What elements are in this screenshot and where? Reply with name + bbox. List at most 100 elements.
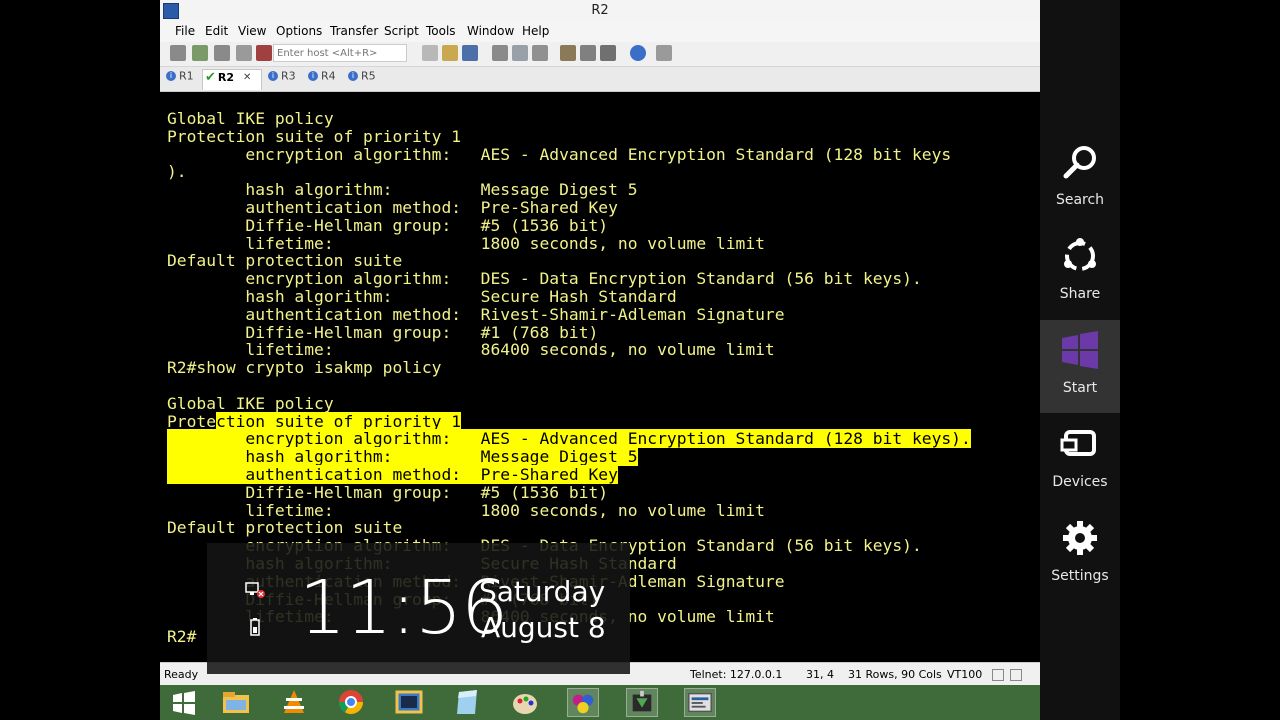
wireshark-icon[interactable] <box>626 688 658 717</box>
clock-date: August 8 <box>481 611 606 644</box>
status-size: 31 Rows, 90 Cols <box>848 668 942 681</box>
clock-day: Saturday <box>479 575 606 608</box>
printer-setup-icon[interactable] <box>532 45 548 61</box>
terminal-line: Protection suite of priority 1 <box>167 411 462 431</box>
paint-icon[interactable] <box>509 688 541 717</box>
connect-icon[interactable] <box>170 45 186 61</box>
start-button[interactable] <box>168 688 200 717</box>
charm-label: Search <box>1055 192 1105 208</box>
status-ready: Ready <box>164 668 199 681</box>
tab-r4[interactable]: i R4 <box>308 69 342 89</box>
selection-highlight: encryption algorithm: AES - Advanced Enc… <box>167 429 971 449</box>
gns3-icon[interactable] <box>567 688 599 717</box>
clock-time: 11:56 <box>299 565 508 651</box>
charm-devices[interactable]: Devices <box>1040 414 1120 507</box>
search-icon <box>1063 146 1096 179</box>
taskbar <box>160 685 1040 720</box>
checkmark-icon: ✔ <box>205 70 216 85</box>
terminal-line: encryption algorithm: AES - Advanced Enc… <box>167 144 952 164</box>
file-explorer-icon[interactable] <box>220 688 252 717</box>
vlc-icon[interactable] <box>278 688 310 717</box>
selection-highlight: ction suite of priority 1 <box>216 411 462 431</box>
charm-share[interactable]: Share <box>1040 226 1120 319</box>
status-cursor: 31, 4 <box>806 668 834 681</box>
session-options-icon[interactable] <box>560 45 576 61</box>
terminal-line: R2#show crypto isakmp policy <box>167 358 442 378</box>
print-selection-icon[interactable] <box>512 45 528 61</box>
terminal-line: Global IKE policy <box>167 393 334 413</box>
clock-overlay: 11:56 Saturday August 8 <box>207 543 630 674</box>
info-icon: i <box>348 71 358 81</box>
selection-highlight: hash algorithm: Message Digest 5 <box>167 447 638 467</box>
help-icon[interactable] <box>630 45 646 61</box>
tab-r5[interactable]: i R5 <box>348 69 382 89</box>
menu-edit[interactable]: Edit <box>205 24 228 38</box>
network-disconnected-icon <box>245 582 265 598</box>
num-indicator <box>1010 669 1022 681</box>
terminal-line: Diffie-Hellman group: #5 (1536 bit) <box>167 215 609 235</box>
menu-transfer[interactable]: Transfer <box>330 24 378 38</box>
caps-indicator <box>992 669 1004 681</box>
tab-r2[interactable]: ✔ R2 ✕ <box>202 69 262 90</box>
charm-label: Settings <box>1051 568 1109 584</box>
charm-search[interactable]: Search <box>1040 132 1120 225</box>
menu-file[interactable]: File <box>175 24 195 38</box>
reconnect-icon[interactable] <box>236 45 252 61</box>
putty-icon[interactable] <box>393 688 425 717</box>
keymap-icon[interactable] <box>600 45 616 61</box>
info-icon: i <box>308 71 318 81</box>
selection-highlight: authentication method: Pre-Shared Key <box>167 464 618 484</box>
terminal-line: hash algorithm: Message Digest 5 <box>167 180 638 200</box>
terminal-line: encryption algorithm: DES - Data Encrypt… <box>167 269 922 289</box>
menu-script[interactable]: Script <box>384 24 419 38</box>
chrome-icon[interactable] <box>335 688 367 717</box>
terminal-line: authentication method: Rivest-Shamir-Adl… <box>167 304 785 324</box>
menu-options[interactable]: Options <box>276 24 322 38</box>
terminal-line: Default protection suite <box>167 518 403 538</box>
find-icon[interactable] <box>462 45 478 61</box>
terminal-line: Default protection suite <box>167 251 403 271</box>
title-bar[interactable]: R2 <box>160 0 1040 23</box>
menu-view[interactable]: View <box>238 24 266 38</box>
host-input[interactable] <box>273 44 407 62</box>
terminal-line: lifetime: 86400 seconds, no volume limit <box>167 340 775 360</box>
terminal-line: Diffie-Hellman group: #5 (1536 bit) <box>167 482 609 502</box>
connect-tab-icon[interactable] <box>214 45 230 61</box>
notepad-icon[interactable] <box>451 688 483 717</box>
charm-label: Start <box>1062 380 1098 396</box>
charm-settings[interactable]: Settings <box>1040 508 1120 601</box>
toolbar <box>160 42 1040 67</box>
windows-logo-icon <box>1062 331 1098 369</box>
status-connection: Telnet: 127.0.0.1 <box>690 668 783 681</box>
tab-r1[interactable]: i R1 <box>166 69 200 89</box>
terminal-line: ). <box>167 162 187 182</box>
menu-window[interactable]: Window <box>467 24 514 38</box>
charms-bar: Search Share Start Devices Settings <box>1040 0 1120 720</box>
terminal-line: lifetime: 1800 seconds, no volume limit <box>167 233 765 253</box>
terminal-line: hash algorithm: Secure Hash Standard <box>167 286 677 306</box>
info-icon: i <box>166 71 176 81</box>
close-tab-icon[interactable]: ✕ <box>243 72 251 83</box>
terminal-line: Diffie-Hellman group: #1 (768 bit) <box>167 322 599 342</box>
terminal-line: Protection suite of priority 1 <box>167 126 462 146</box>
session-tabs: i R1 ✔ R2 ✕ i R3 i R4 i R5 <box>160 67 1040 92</box>
disconnect-icon[interactable] <box>256 45 272 61</box>
share-icon <box>1064 238 1096 271</box>
print-icon[interactable] <box>492 45 508 61</box>
paste-icon[interactable] <box>442 45 458 61</box>
copy-icon[interactable] <box>422 45 438 61</box>
status-emulation: VT100 <box>947 668 983 681</box>
tab-r3[interactable]: i R3 <box>268 69 302 89</box>
battery-icon <box>250 618 260 636</box>
securecrt-icon[interactable] <box>684 688 716 717</box>
menu-tools[interactable]: Tools <box>426 24 456 38</box>
global-options-icon[interactable] <box>580 45 596 61</box>
menu-bar: File Edit View Options Transfer Script T… <box>160 22 1040 42</box>
terminal-line: authentication method: Pre-Shared Key <box>167 197 618 217</box>
charm-start[interactable]: Start <box>1040 320 1120 413</box>
menu-help[interactable]: Help <box>522 24 549 38</box>
gear-icon <box>1063 521 1097 555</box>
info-icon: i <box>268 71 278 81</box>
quick-connect-icon[interactable] <box>192 45 208 61</box>
sftp-icon[interactable] <box>656 45 672 61</box>
